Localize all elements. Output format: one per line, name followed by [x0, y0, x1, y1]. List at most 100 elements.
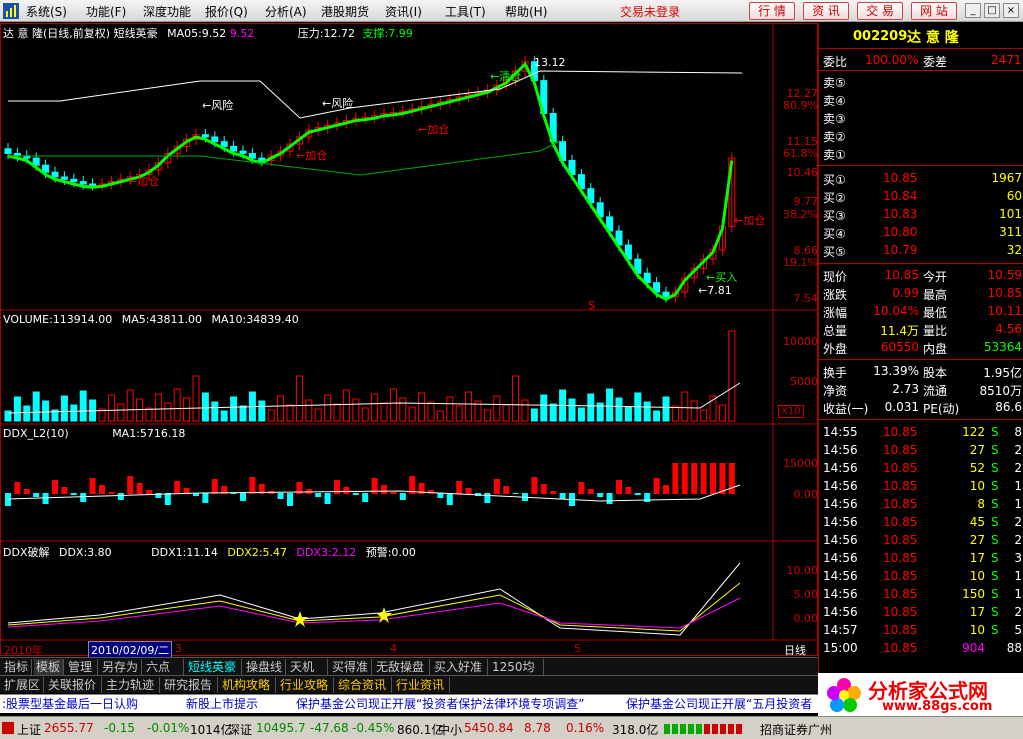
ddx-bar [606, 493, 613, 504]
extension-tab-7[interactable]: 行业资讯 [394, 677, 450, 693]
ticker-item-1[interactable]: :股票型基金最后一日认购 [2, 695, 138, 714]
divider [819, 48, 1023, 49]
indicator-tab-7[interactable]: 天机道 [288, 659, 328, 690]
indicator-tab-6[interactable]: 操盘线 [244, 659, 286, 675]
status-bar: 上证 2655.77 -0.15 -0.01% 1014亿 深证 10495.7… [0, 716, 1023, 739]
tick-price-0: 10.85 [883, 425, 918, 439]
menu-quote[interactable]: 报价(Q) [205, 3, 248, 20]
indicator-tab-11[interactable]: 1250均线 [490, 659, 544, 690]
indicator-tab-4[interactable]: 六点半 [144, 659, 184, 690]
extension-tab-1[interactable]: 关联报价 [46, 677, 102, 693]
ddx-bar [61, 487, 68, 494]
weibi-row: 委比 100.00% 委差 2471 [819, 51, 1023, 69]
indicator-tab-9[interactable]: 无敌操盘 [374, 659, 430, 675]
indicator-tab-10[interactable]: 买入好准 [432, 659, 488, 675]
ticker-item-2[interactable]: 新股上市提示 [186, 695, 258, 714]
menu-hk-futures[interactable]: 港股期货 [321, 3, 369, 20]
indicator-tab-3[interactable]: 另存为 [100, 659, 142, 675]
divider [819, 263, 1023, 264]
sh-label: 上证 [17, 723, 42, 737]
menu-help[interactable]: 帮助(H) [505, 3, 547, 20]
volume-ma5-label: MA5:43811.00 [121, 313, 202, 326]
menu-info[interactable]: 资讯(I) [385, 3, 422, 20]
tick-time-10: 14:56 [823, 605, 858, 619]
vol-y-10000: 10000 [783, 335, 818, 348]
indicator-tab-5[interactable]: 短线英豪 [186, 659, 242, 675]
tick-time-3: 14:56 [823, 479, 858, 493]
period-label[interactable]: 日线 [784, 642, 806, 658]
divider [819, 165, 1023, 166]
menu-function[interactable]: 功能(F) [86, 3, 126, 20]
menu-analysis[interactable]: 分析(A) [265, 3, 307, 20]
extension-tab-2[interactable]: 主力轨迹 [104, 677, 160, 693]
menu-deep-function[interactable]: 深度功能 [143, 3, 191, 20]
tick-price-1: 10.85 [883, 443, 918, 457]
buy-price-0: 10.85 [883, 171, 918, 185]
ddx-bar [531, 477, 538, 494]
volume-bar [211, 401, 219, 422]
ddx-bar [616, 480, 622, 494]
extension-tab-5[interactable]: 行业攻略 [278, 677, 334, 693]
extension-tab-6[interactable]: 综合资讯 [336, 677, 392, 693]
buy-volume-3: 311 [999, 225, 1022, 239]
sz-percent: -0.45% [352, 721, 395, 735]
tick-count-6: 2 [1014, 533, 1022, 547]
volume-bar [314, 408, 322, 422]
website-button[interactable]: 网 站 [911, 2, 957, 20]
chart-area[interactable]: 达 意 隆(日线,前复权) 短线英豪 MA05:9.52 9.52 压力:12.… [0, 23, 819, 659]
zx-amount: 318.0亿 [612, 723, 659, 737]
maximize-button[interactable]: □ [984, 3, 1000, 18]
tick-row-5: 14:56 10.85 45 S 2 [819, 513, 1023, 531]
candle-body [13, 152, 21, 157]
ddx-bar [23, 489, 30, 494]
menu-tools[interactable]: 工具(T) [445, 3, 486, 20]
close-button[interactable]: × [1003, 3, 1019, 18]
fund-value1-0: 13.39% [873, 364, 919, 378]
news-button[interactable]: 资 讯 [803, 2, 849, 20]
fund-value1-2: 0.031 [884, 400, 919, 414]
ticker-item-4[interactable]: 保护基金公司现正开展“五月投资者 [626, 695, 812, 714]
ddx-bar [559, 493, 566, 499]
volume-bar [324, 394, 332, 422]
indicator-tab-0[interactable]: 指标 [2, 659, 32, 675]
ticker-item-3[interactable]: 保护基金公司现正开展“投资者保护法律环境专项调查” [296, 695, 584, 714]
trade-button[interactable]: 交 易 [857, 2, 903, 20]
tick-row-9: 14:56 10.85 150 S 1 [819, 585, 1023, 603]
ddx-bar [719, 463, 726, 494]
tick-side-8: S [991, 569, 999, 583]
stat-value1-4: 60550 [880, 340, 919, 354]
ddxpj-panel-header: DDX破解 DDX:3.80 DDX1:11.14 DDX2:5.47 DDX3… [3, 544, 416, 560]
extension-tab-3[interactable]: 研究报告 [162, 677, 218, 693]
ddxpj-y-5: 5.00 [793, 588, 819, 601]
volume-bar [230, 396, 238, 422]
ddx-bar [174, 481, 181, 494]
minimize-button[interactable]: _ [965, 3, 981, 18]
ddx-bar [446, 493, 453, 505]
s-mark: S [588, 299, 595, 312]
stat-label2-0: 今开 [923, 270, 948, 284]
weicha-value: 2471 [991, 53, 1022, 67]
news-ticker[interactable]: :股票型基金最后一日认购 新股上市提示 保护基金公司现正开展“投资者保护法律环境… [0, 694, 818, 713]
volume-bar [427, 401, 435, 422]
indicator-tab-2[interactable]: 管理 [66, 659, 98, 675]
volume-bar [615, 397, 623, 422]
stat-value1-0: 10.85 [884, 268, 919, 282]
volume-bar [277, 395, 285, 422]
sz-change: -47.68 [310, 721, 349, 735]
quote-button[interactable]: 行 情 [749, 2, 795, 20]
tick-side-1: S [991, 443, 999, 457]
tick-volume-8: 10 [969, 569, 985, 583]
indicator-tab-1[interactable]: 模板 [34, 659, 64, 675]
indicator-tab-8[interactable]: 买得准 [330, 659, 372, 675]
tick-volume-1: 27 [969, 443, 985, 457]
ddxpj-ddx2: DDX2:5.47 [227, 546, 288, 559]
menu-system[interactable]: 系统(S) [26, 3, 67, 20]
volume-bar [700, 409, 708, 422]
ddx-bar [456, 481, 463, 494]
extension-tab-4[interactable]: 机构攻略 [220, 677, 276, 693]
fund-label2-1: 流通 [923, 384, 948, 398]
ddx-bar [80, 493, 87, 502]
tick-volume-3: 10 [969, 479, 985, 493]
ddx2-line [7, 582, 741, 632]
extension-tab-0[interactable]: 扩展区 [2, 677, 44, 693]
